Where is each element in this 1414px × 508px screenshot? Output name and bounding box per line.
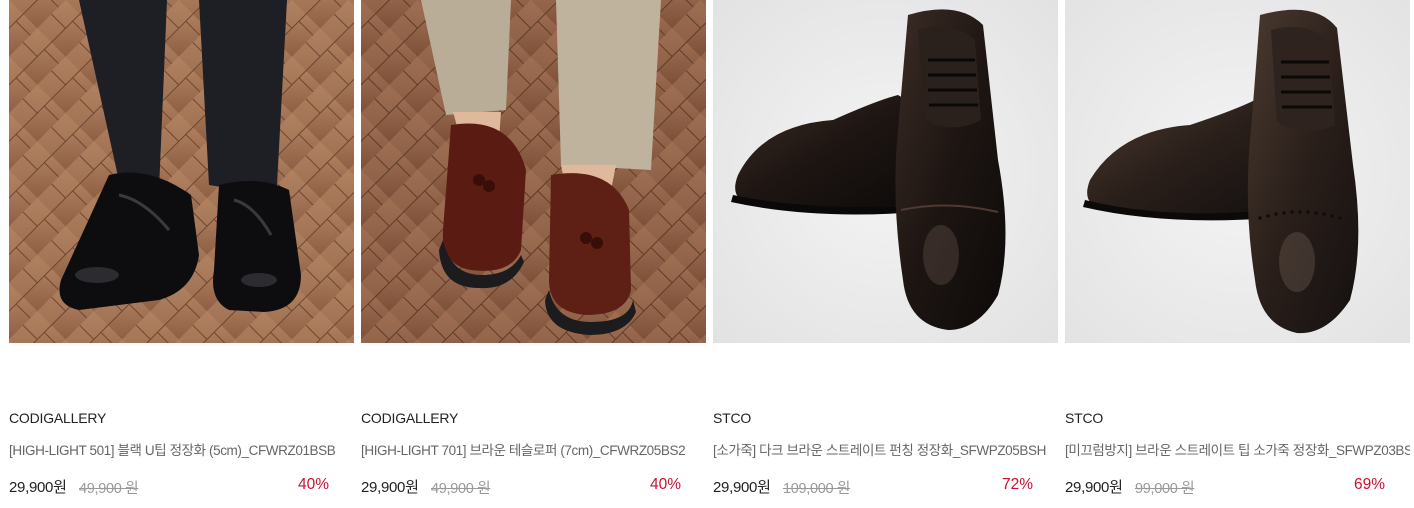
product-image[interactable] — [1065, 0, 1410, 343]
discount-rate: 40% — [649, 476, 681, 493]
product-card[interactable]: CODIGALLERY [HIGH-LIGHT 501] 블랙 U팁 정장화 (… — [9, 0, 354, 508]
discount-rate: 40% — [297, 476, 329, 493]
original-price: 49,900 원 — [79, 481, 139, 497]
original-price: 109,000 원 — [783, 481, 851, 497]
product-card[interactable]: STCO [미끄럼방지] 브라운 스트레이트 팁 소가죽 정장화_SFWPZ03… — [1065, 0, 1410, 508]
discount-rate: 72% — [1001, 476, 1033, 493]
product-card[interactable]: STCO [소가죽] 다크 브라운 스트레이트 펀칭 정장화_SFWPZ05BS… — [713, 0, 1058, 508]
product-brand[interactable]: STCO — [713, 410, 751, 426]
product-brand[interactable]: STCO — [1065, 410, 1103, 426]
discount-rate: 69% — [1353, 476, 1385, 493]
price-row: 29,900원 49,900 원 40% — [9, 476, 329, 498]
price-row: 29,900원 99,000 원 69% — [1065, 476, 1385, 498]
price-row: 29,900원 49,900 원 40% — [361, 476, 681, 498]
product-card[interactable]: CODIGALLERY [HIGH-LIGHT 701] 브라운 테슬로퍼 (7… — [361, 0, 706, 508]
product-grid: CODIGALLERY [HIGH-LIGHT 501] 블랙 U팁 정장화 (… — [0, 0, 1414, 508]
product-brand[interactable]: CODIGALLERY — [9, 410, 106, 426]
sale-price: 29,900원 — [9, 479, 67, 496]
sale-price: 29,900원 — [1065, 479, 1123, 496]
product-image[interactable] — [361, 0, 706, 343]
price-row: 29,900원 109,000 원 72% — [713, 476, 1033, 498]
original-price: 49,900 원 — [431, 481, 491, 497]
product-image[interactable] — [9, 0, 354, 343]
product-brand[interactable]: CODIGALLERY — [361, 410, 458, 426]
original-price: 99,000 원 — [1135, 481, 1195, 497]
product-image[interactable] — [713, 0, 1058, 343]
product-title[interactable]: [HIGH-LIGHT 501] 블랙 U팁 정장화 (5cm)_CFWRZ01… — [9, 439, 354, 459]
product-title[interactable]: [HIGH-LIGHT 701] 브라운 테슬로퍼 (7cm)_CFWRZ05B… — [361, 439, 706, 459]
product-title[interactable]: [미끄럼방지] 브라운 스트레이트 팁 소가죽 정장화_SFWPZ03BSH — [1065, 439, 1410, 459]
product-title[interactable]: [소가죽] 다크 브라운 스트레이트 펀칭 정장화_SFWPZ05BSH — [713, 439, 1058, 459]
sale-price: 29,900원 — [713, 479, 771, 496]
sale-price: 29,900원 — [361, 479, 419, 496]
